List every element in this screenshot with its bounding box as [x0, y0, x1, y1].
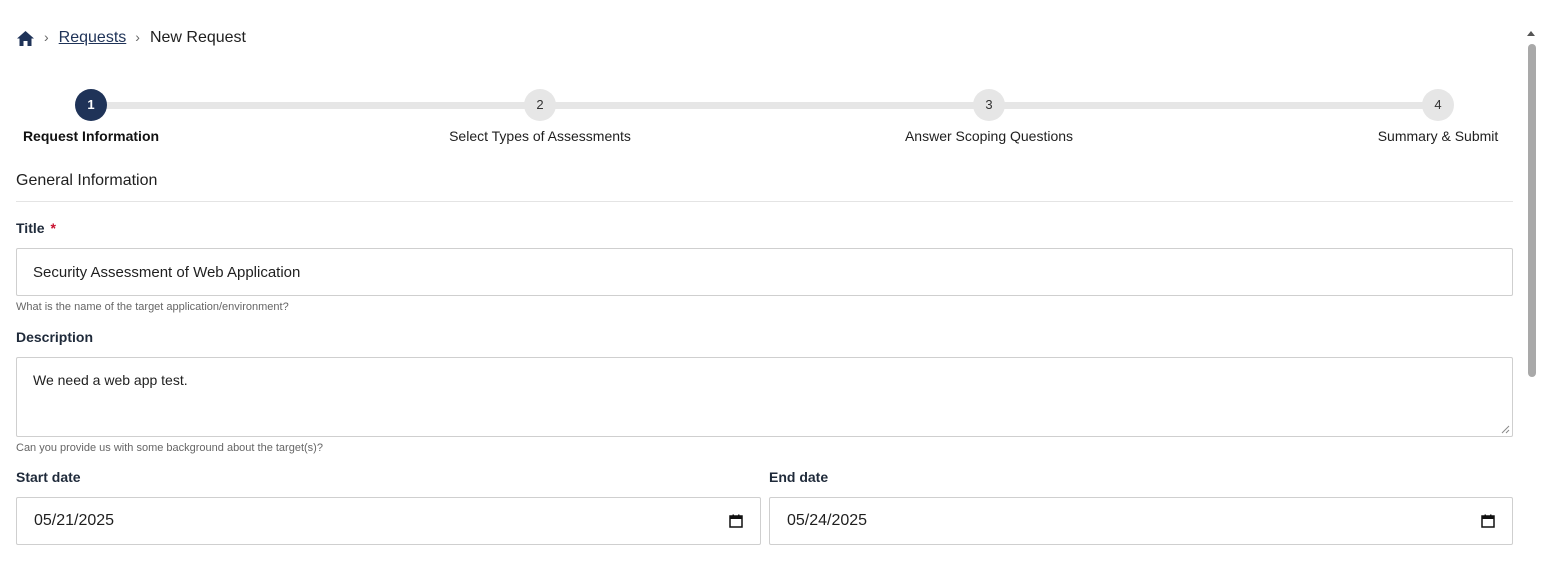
progress-stepper: 1 Request Information 2 Select Types of …: [0, 89, 1530, 150]
breadcrumb-separator: ›: [44, 29, 49, 45]
breadcrumb-separator: ›: [135, 29, 140, 45]
vertical-scrollbar[interactable]: [1525, 28, 1539, 564]
home-icon[interactable]: [16, 30, 35, 47]
stepper-track: [91, 102, 1438, 109]
calendar-icon[interactable]: [1481, 514, 1495, 528]
title-input[interactable]: Security Assessment of Web Application: [16, 248, 1513, 296]
step-label: Answer Scoping Questions: [904, 128, 1074, 144]
end-date-value: 05/24/2025: [787, 512, 868, 529]
step-select-types-of-assessments[interactable]: 2 Select Types of Assessments: [390, 89, 690, 144]
description-value: We need a web app test.: [33, 372, 188, 388]
description-textarea[interactable]: We need a web app test.: [16, 357, 1513, 437]
scrollbar-thumb[interactable]: [1528, 44, 1536, 377]
description-help-text: Can you provide us with some background …: [16, 442, 323, 454]
end-date-label: End date: [769, 469, 829, 485]
step-number: 4: [1422, 89, 1454, 121]
step-label: Request Information: [22, 128, 160, 144]
end-date-input[interactable]: 05/24/2025: [769, 497, 1513, 545]
section-title: General Information: [16, 172, 158, 189]
breadcrumb-current: New Request: [149, 29, 246, 46]
step-label: Select Types of Assessments: [449, 128, 631, 144]
breadcrumb-link-requests[interactable]: Requests: [59, 29, 127, 47]
section-divider: [16, 201, 1513, 202]
title-label: Title *: [16, 220, 56, 236]
start-date-input[interactable]: 05/21/2025: [16, 497, 761, 545]
breadcrumb: › Requests › New Request: [16, 28, 246, 48]
new-request-page: › Requests › New Request 1 Request Infor…: [0, 0, 1557, 564]
title-help-text: What is the name of the target applicati…: [16, 301, 289, 313]
step-label: Summary & Submit: [1377, 128, 1499, 144]
required-marker: *: [50, 220, 56, 236]
start-date-label: Start date: [16, 469, 81, 485]
calendar-icon[interactable]: [729, 514, 743, 528]
step-summary-and-submit[interactable]: 4 Summary & Submit: [1288, 89, 1557, 144]
scroll-up-arrow-icon[interactable]: [1527, 31, 1535, 36]
step-request-information[interactable]: 1 Request Information: [0, 89, 241, 144]
step-number: 1: [75, 89, 107, 121]
title-label-text: Title: [16, 220, 45, 236]
step-answer-scoping-questions[interactable]: 3 Answer Scoping Questions: [839, 89, 1139, 144]
resize-handle-icon[interactable]: [1501, 425, 1510, 434]
start-date-value: 05/21/2025: [34, 512, 115, 529]
step-number: 3: [973, 89, 1005, 121]
title-input-value: Security Assessment of Web Application: [33, 263, 301, 281]
step-number: 2: [524, 89, 556, 121]
description-label: Description: [16, 329, 94, 345]
